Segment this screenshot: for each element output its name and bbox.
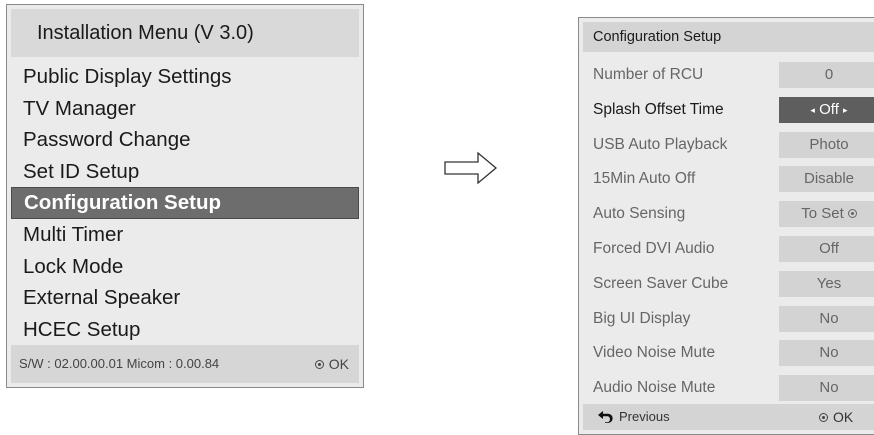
menu-item-configuration-setup[interactable]: Configuration Setup xyxy=(11,187,359,219)
menu-item-set-id-setup[interactable]: Set ID Setup xyxy=(11,156,359,188)
setting-label: Big UI Display xyxy=(593,309,691,327)
setting-label: Screen Saver Cube xyxy=(593,274,729,292)
previous-button[interactable]: Previous xyxy=(597,404,670,430)
setting-value: To Set xyxy=(801,205,844,223)
setting-value-button[interactable]: To Set xyxy=(779,201,874,228)
setting-value[interactable]: 0 xyxy=(779,62,874,88)
ok-button-icon xyxy=(819,412,828,422)
setting-value[interactable]: Disable xyxy=(779,166,874,193)
setting-row-screen-saver-cube[interactable]: Screen Saver Cube Yes xyxy=(579,267,874,302)
configuration-setup-title: Configuration Setup xyxy=(583,22,874,52)
setting-value[interactable]: Off xyxy=(779,235,874,262)
setting-row-video-noise-mute[interactable]: Video Noise Mute No xyxy=(579,336,874,371)
ok-label: OK xyxy=(833,409,854,425)
previous-label: Previous xyxy=(619,409,670,424)
menu-item-multi-timer[interactable]: Multi Timer xyxy=(11,219,359,251)
setting-row-forced-dvi-audio[interactable]: Forced DVI Audio Off xyxy=(579,232,874,267)
setting-row-big-ui-display[interactable]: Big UI Display No xyxy=(579,302,874,337)
menu-item-external-speaker[interactable]: External Speaker xyxy=(11,282,359,314)
setting-label: USB Auto Playback xyxy=(593,135,728,153)
setting-label: Audio Noise Mute xyxy=(593,379,716,397)
configuration-setup-panel: Configuration Setup Number of RCU 0 Spla… xyxy=(578,17,874,435)
installation-menu-title: Installation Menu (V 3.0) xyxy=(11,9,359,57)
installation-menu-footer: S/W : 02.00.00.01 Micom : 0.00.84 OK xyxy=(11,345,359,383)
setting-row-number-of-rcu[interactable]: Number of RCU 0 xyxy=(579,58,874,93)
menu-item-lock-mode[interactable]: Lock Mode xyxy=(11,251,359,283)
setting-row-usb-auto-playback[interactable]: USB Auto Playback Photo xyxy=(579,128,874,163)
setting-value: Off xyxy=(819,100,839,118)
menu-item-password-change[interactable]: Password Change xyxy=(11,124,359,156)
setting-label: Video Noise Mute xyxy=(593,344,716,362)
setting-row-splash-offset-time[interactable]: Splash Offset Time ◂ Off ▸ xyxy=(579,93,874,128)
back-arrow-icon xyxy=(598,411,613,424)
setting-value[interactable]: Photo xyxy=(779,131,874,158)
ok-button[interactable]: OK xyxy=(314,345,349,383)
setting-value-selector[interactable]: ◂ Off ▸ xyxy=(779,96,874,123)
right-arrow-icon xyxy=(444,151,498,185)
setting-label: 15Min Auto Off xyxy=(593,170,696,188)
setting-label: Forced DVI Audio xyxy=(593,239,715,257)
setting-value[interactable]: No xyxy=(779,340,874,367)
ok-button[interactable]: OK xyxy=(819,404,853,430)
menu-item-tv-manager[interactable]: TV Manager xyxy=(11,93,359,125)
ok-button-icon xyxy=(847,208,857,218)
ok-label: OK xyxy=(328,356,349,372)
installation-menu-panel: Installation Menu (V 3.0) Public Display… xyxy=(6,4,364,388)
setting-value[interactable]: Yes xyxy=(779,270,874,297)
menu-item-hcec-setup[interactable]: HCEC Setup xyxy=(11,314,359,346)
setting-row-15min-auto-off[interactable]: 15Min Auto Off Disable xyxy=(579,162,874,197)
setting-row-audio-noise-mute[interactable]: Audio Noise Mute No xyxy=(579,371,874,406)
configuration-setup-list: Number of RCU 0 Splash Offset Time ◂ Off… xyxy=(579,58,874,406)
setting-label: Auto Sensing xyxy=(593,205,686,223)
configuration-setup-footer: Previous OK xyxy=(583,404,874,430)
setting-label: Splash Offset Time xyxy=(593,100,724,118)
setting-row-auto-sensing[interactable]: Auto Sensing To Set xyxy=(579,197,874,232)
setting-value[interactable]: No xyxy=(779,305,874,332)
setting-label: Number of RCU xyxy=(593,66,704,83)
installation-menu-list: Public Display Settings TV Manager Passw… xyxy=(7,61,363,345)
setting-value[interactable]: No xyxy=(779,375,874,402)
ok-button-icon xyxy=(314,359,324,369)
version-info: S/W : 02.00.00.01 Micom : 0.00.84 xyxy=(19,356,220,371)
arrow-left-icon[interactable]: ◂ xyxy=(810,105,815,115)
arrow-right-icon[interactable]: ▸ xyxy=(843,105,848,115)
menu-item-public-display-settings[interactable]: Public Display Settings xyxy=(11,61,359,93)
